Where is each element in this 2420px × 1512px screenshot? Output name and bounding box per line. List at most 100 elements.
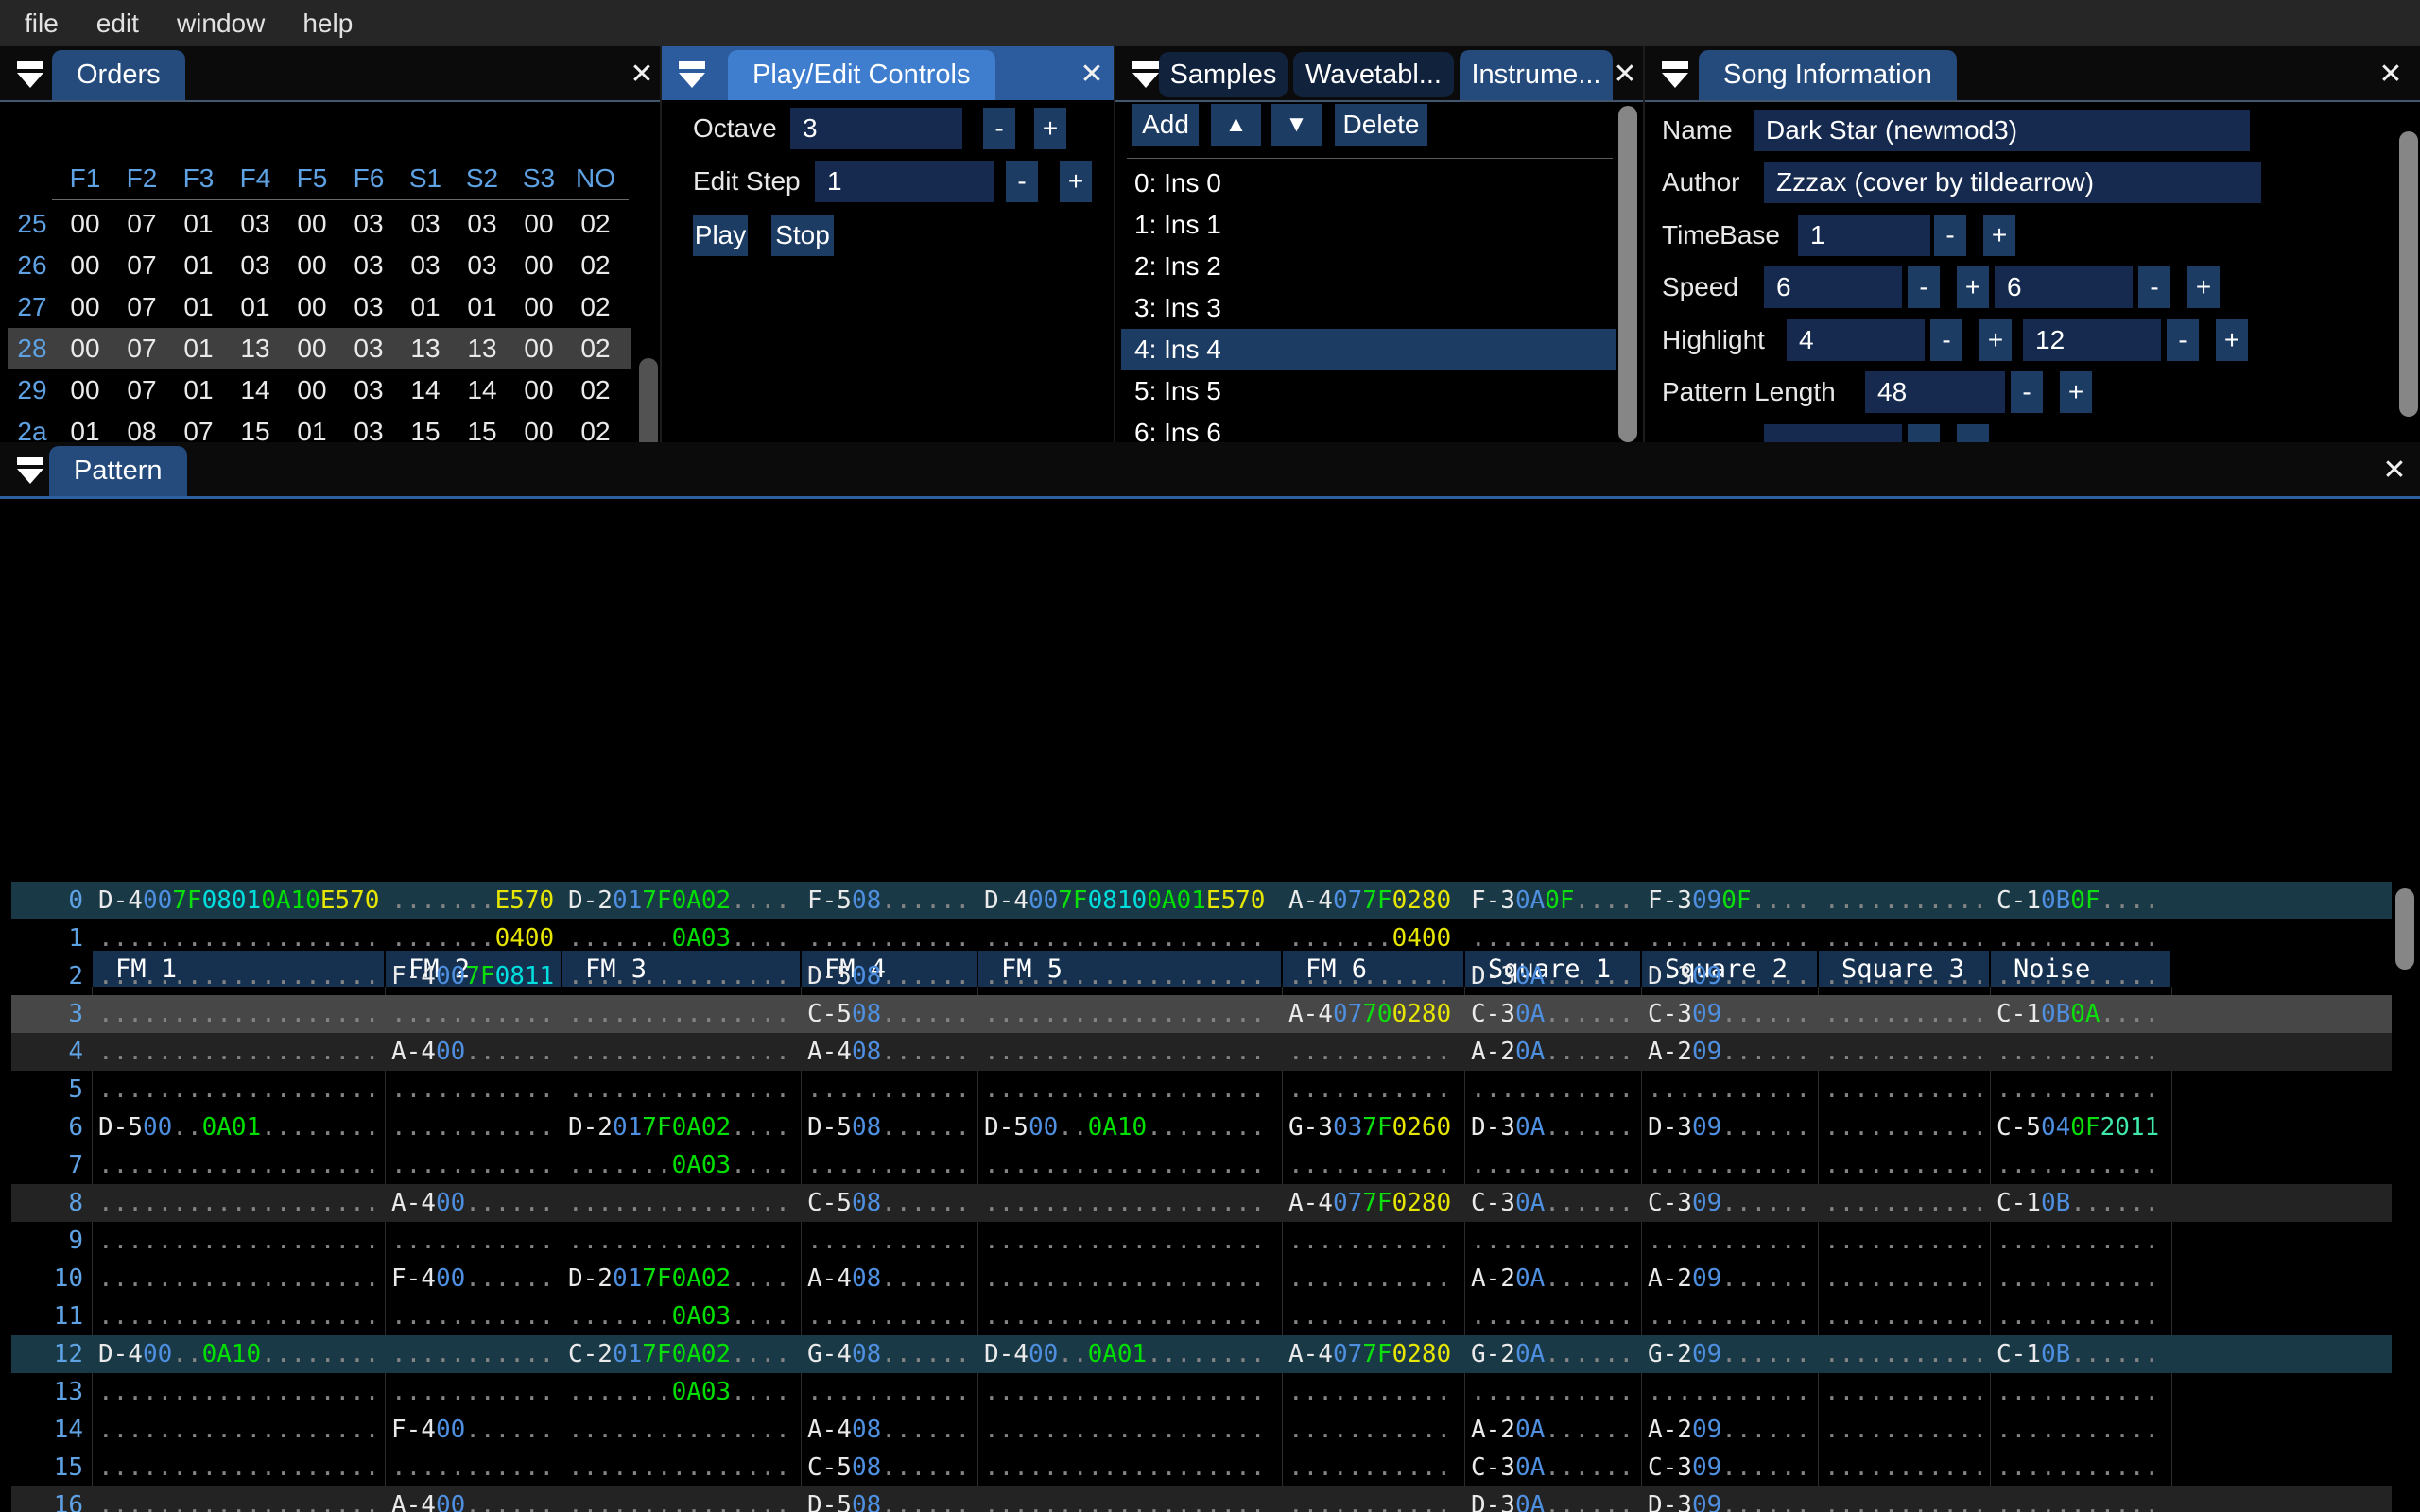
pattern-cell[interactable]: D-500..0A10........ [984, 1108, 1265, 1146]
orders-cell[interactable]: 03 [340, 209, 397, 239]
pattern-cell[interactable]: A-209...... [1648, 1411, 1810, 1449]
pattern-row[interactable]: 2...................F-4007F0811.........… [11, 957, 2392, 995]
orders-cell[interactable]: 00 [57, 292, 113, 322]
timebase-input[interactable]: 1 [1798, 215, 1930, 256]
pattern-cell[interactable]: D-2017F0A02.... [568, 1108, 790, 1146]
pattern-row[interactable]: 0D-4007F08010A10E570.......E570D-2017F0A… [11, 882, 2392, 919]
orders-cell[interactable]: 01 [170, 209, 227, 239]
pattern-cell[interactable]: ........... [807, 1146, 970, 1184]
pattern-cell[interactable]: D-4007F08010A10E570 [98, 882, 379, 919]
orders-cell[interactable]: 03 [340, 375, 397, 405]
orders-column-header[interactable]: F5 [284, 163, 340, 194]
pattern-cell[interactable]: ........... [391, 1071, 554, 1108]
orders-cell[interactable]: 00 [284, 334, 340, 364]
clipped-input[interactable] [1764, 424, 1902, 442]
tab-wavetabl[interactable]: Wavetabl... [1293, 52, 1454, 97]
pattern-cell[interactable]: ................... [98, 1033, 379, 1071]
pattern-cell[interactable]: ........... [1996, 1260, 2159, 1297]
speed1-plus-button[interactable]: + [1957, 266, 1989, 308]
pattern-cell[interactable]: A-408...... [807, 1033, 970, 1071]
pattern-row[interactable]: 13.....................................0… [11, 1373, 2392, 1411]
pattern-cell[interactable]: D-30A...... [1471, 957, 1634, 995]
menu-item-help[interactable]: help [302, 9, 353, 39]
orders-cell[interactable]: 02 [567, 209, 624, 239]
songinfo-scrollbar[interactable] [2399, 131, 2418, 417]
pattern-cell[interactable]: ........... [1996, 1449, 2159, 1486]
pattern-length-input[interactable]: 48 [1865, 371, 2005, 413]
orders-cell[interactable]: 15 [227, 417, 284, 442]
pattern-cell[interactable]: ........... [391, 1146, 554, 1184]
pattern-cell[interactable]: ........... [1824, 995, 1987, 1033]
pattern-cell[interactable]: .......0400 [391, 919, 554, 957]
orders-cell[interactable]: 00 [510, 209, 567, 239]
pattern-cell[interactable]: ............... [568, 995, 790, 1033]
orders-cell[interactable]: 02 [567, 334, 624, 364]
pattern-cell[interactable]: .......E570 [391, 882, 554, 919]
pattern-cell[interactable]: ........... [1824, 1146, 1987, 1184]
pattern-cell[interactable]: ........... [1996, 1146, 2159, 1184]
orders-cell[interactable]: 03 [340, 250, 397, 281]
pattern-cell[interactable]: ........... [1824, 1449, 1987, 1486]
pattern-row[interactable]: 14...................F-400..............… [11, 1411, 2392, 1449]
speed2-plus-button[interactable]: + [2187, 266, 2220, 308]
pattern-cell[interactable]: A-209...... [1648, 1033, 1810, 1071]
pattern-cell[interactable]: C-10B0F.... [1996, 882, 2159, 919]
orders-cell[interactable]: 02 [567, 375, 624, 405]
pattern-cell[interactable]: A-4077F0280 [1288, 1335, 1451, 1373]
pattern-cell[interactable]: ........... [391, 1373, 554, 1411]
orders-column-header[interactable]: NO [567, 163, 624, 194]
timebase-plus-button[interactable]: + [1983, 215, 2015, 256]
orders-cell[interactable]: 07 [170, 417, 227, 442]
pattern-cell[interactable]: ........... [1996, 919, 2159, 957]
edit-step-minus-button[interactable]: - [1006, 161, 1038, 202]
instrument-item[interactable]: 3: Ins 3 [1121, 287, 1616, 329]
pattern-cell[interactable]: C-508...... [807, 1449, 970, 1486]
pattern-cell[interactable]: ........... [1288, 1146, 1451, 1184]
pattern-cell[interactable]: D-508...... [807, 1486, 970, 1512]
pattern-row[interactable]: 5.......................................… [11, 1071, 2392, 1108]
pattern-row[interactable]: 12D-400..0A10...................C-2017F0… [11, 1335, 2392, 1373]
orders-cell[interactable]: 01 [284, 417, 340, 442]
pattern-cell[interactable]: C-30A...... [1471, 1449, 1634, 1486]
instrument-item[interactable]: 1: Ins 1 [1121, 204, 1616, 246]
move-up-button[interactable]: ▲ [1211, 104, 1261, 146]
orders-scrollbar[interactable] [639, 358, 658, 442]
menu-item-window[interactable]: window [177, 9, 265, 39]
orders-cell[interactable]: 00 [57, 209, 113, 239]
pattern-cell[interactable]: ........... [1824, 1486, 1987, 1512]
highlight1-input[interactable]: 4 [1787, 319, 1925, 361]
orders-cell[interactable]: 14 [227, 375, 284, 405]
tab-song-information[interactable]: Song Information [1699, 50, 1957, 100]
pattern-cell[interactable]: ........... [391, 1297, 554, 1335]
pattern-cell[interactable]: ........... [1824, 919, 1987, 957]
pattern-cell[interactable]: ........... [1996, 1222, 2159, 1260]
pattern-cell[interactable]: C-10B...... [1996, 1335, 2159, 1373]
pattern-cell[interactable]: ........... [1824, 1373, 1987, 1411]
pattern-cell[interactable]: ................... [984, 1146, 1265, 1184]
menu-item-edit[interactable]: edit [96, 9, 139, 39]
pattern-cell[interactable]: ................... [98, 1486, 379, 1512]
timebase-minus-button[interactable]: - [1934, 215, 1966, 256]
pattern-cell[interactable]: ........... [1824, 1297, 1987, 1335]
orders-cell[interactable]: 01 [227, 292, 284, 322]
pattern-cell[interactable]: ........... [1996, 1373, 2159, 1411]
pattern-cell[interactable]: A-408...... [807, 1411, 970, 1449]
songinfo-close-icon[interactable]: ✕ [2375, 58, 2407, 90]
orders-cell[interactable]: 13 [227, 334, 284, 364]
pattern-cell[interactable]: A-407700280 [1288, 995, 1451, 1033]
orders-cell[interactable]: 03 [340, 334, 397, 364]
pattern-cell[interactable]: .......0A03.... [568, 1146, 790, 1184]
pattern-cell[interactable]: C-10B0A.... [1996, 995, 2159, 1033]
pattern-cell[interactable]: ................... [98, 1222, 379, 1260]
orders-column-header[interactable]: F4 [227, 163, 284, 194]
pattern-cell[interactable]: ................... [98, 995, 379, 1033]
pattern-cell[interactable]: G-3037F0260 [1288, 1108, 1451, 1146]
pattern-cell[interactable]: ........... [807, 1297, 970, 1335]
orders-column-header[interactable]: S3 [510, 163, 567, 194]
pattern-cell[interactable]: ........... [1648, 1373, 1810, 1411]
pattern-cell[interactable]: ................... [984, 1486, 1265, 1512]
pattern-cell[interactable]: ............... [568, 1071, 790, 1108]
pattern-cell[interactable]: C-309...... [1648, 1184, 1810, 1222]
pattern-cell[interactable]: ........... [1471, 1146, 1634, 1184]
pattern-cell[interactable]: A-4077F0280 [1288, 1184, 1451, 1222]
